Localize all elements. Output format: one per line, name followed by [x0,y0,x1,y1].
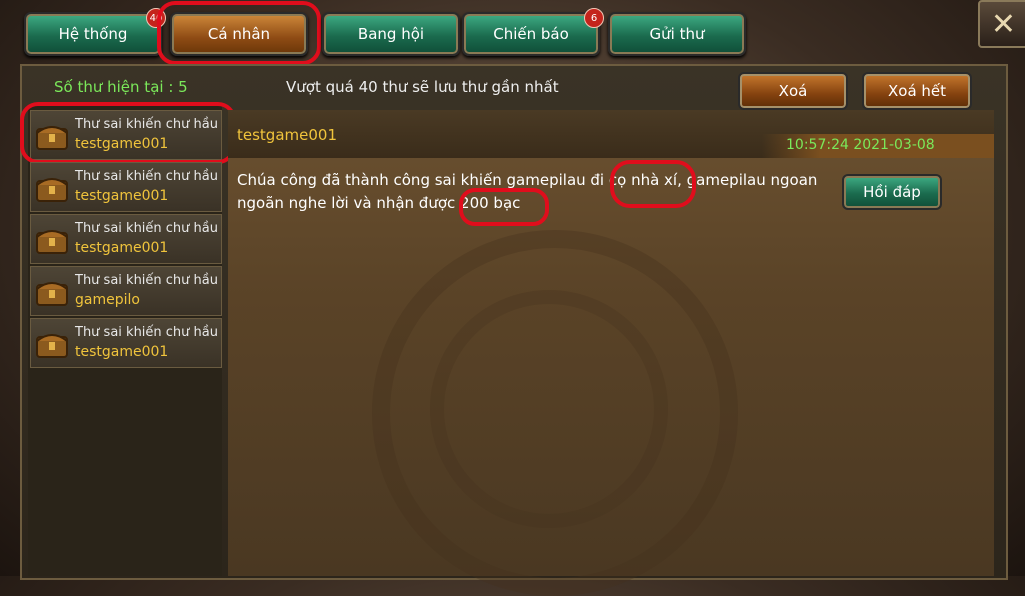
tab-he-thong[interactable]: Hệ thống 40 [24,8,166,56]
notification-badge: 6 [584,8,604,28]
tab-label: Gửi thư [649,25,705,43]
tab-bang-hoi[interactable]: Bang hội [322,12,460,56]
limit-note: Vượt quá 40 thư sẽ lưu thư gần nhất [286,78,559,96]
list-item[interactable]: Thư sai khiến chư hầu testgame001 [30,214,222,264]
mail-subject: Thư sai khiến chư hầu [75,325,218,340]
treasure-chest-icon [35,327,69,359]
mail-count: Số thư hiện tại : 5 [54,78,188,96]
mail-sender: testgame001 [75,344,169,360]
mail-subject: Thư sai khiến chư hầu [75,221,218,236]
mail-sender: testgame001 [75,188,169,204]
list-item[interactable]: Thư sai khiến chư hầu testgame001 [30,318,222,368]
detail-timestamp: 10:57:24 2021-03-08 [786,137,935,153]
delete-button[interactable]: Xoá [738,72,848,110]
mail-sender: testgame001 [75,240,169,256]
detail-sender: testgame001 [237,126,337,144]
highlight-ring-tab [157,1,321,65]
treasure-chest-icon [35,223,69,255]
mail-subject: Thư sai khiến chư hầu [75,273,218,288]
close-x-icon[interactable]: ✕ [978,0,1025,48]
highlight-ring-amount [459,188,549,226]
reply-button[interactable]: Hồi đáp [842,174,942,210]
list-item[interactable]: Thư sai khiến chư hầu gamepilo [30,266,222,316]
list-item[interactable]: Thư sai khiến chư hầu testgame001 [30,162,222,212]
delete-all-button[interactable]: Xoá hết [862,72,972,110]
tab-label: Hệ thống [58,25,128,43]
decorative-emblem-inner [430,290,668,528]
treasure-chest-icon [35,171,69,203]
mail-sender: gamepilo [75,292,140,308]
treasure-chest-icon [35,275,69,307]
tab-chien-bao[interactable]: Chiến báo 6 [462,8,604,56]
highlight-ring-word [610,160,696,208]
tab-label: Chiến báo [493,25,569,43]
tab-label: Bang hội [357,25,425,43]
mail-subject: Thư sai khiến chư hầu [75,169,218,184]
highlight-ring-item [20,102,236,164]
tab-gui-thu[interactable]: Gửi thư [608,12,746,56]
